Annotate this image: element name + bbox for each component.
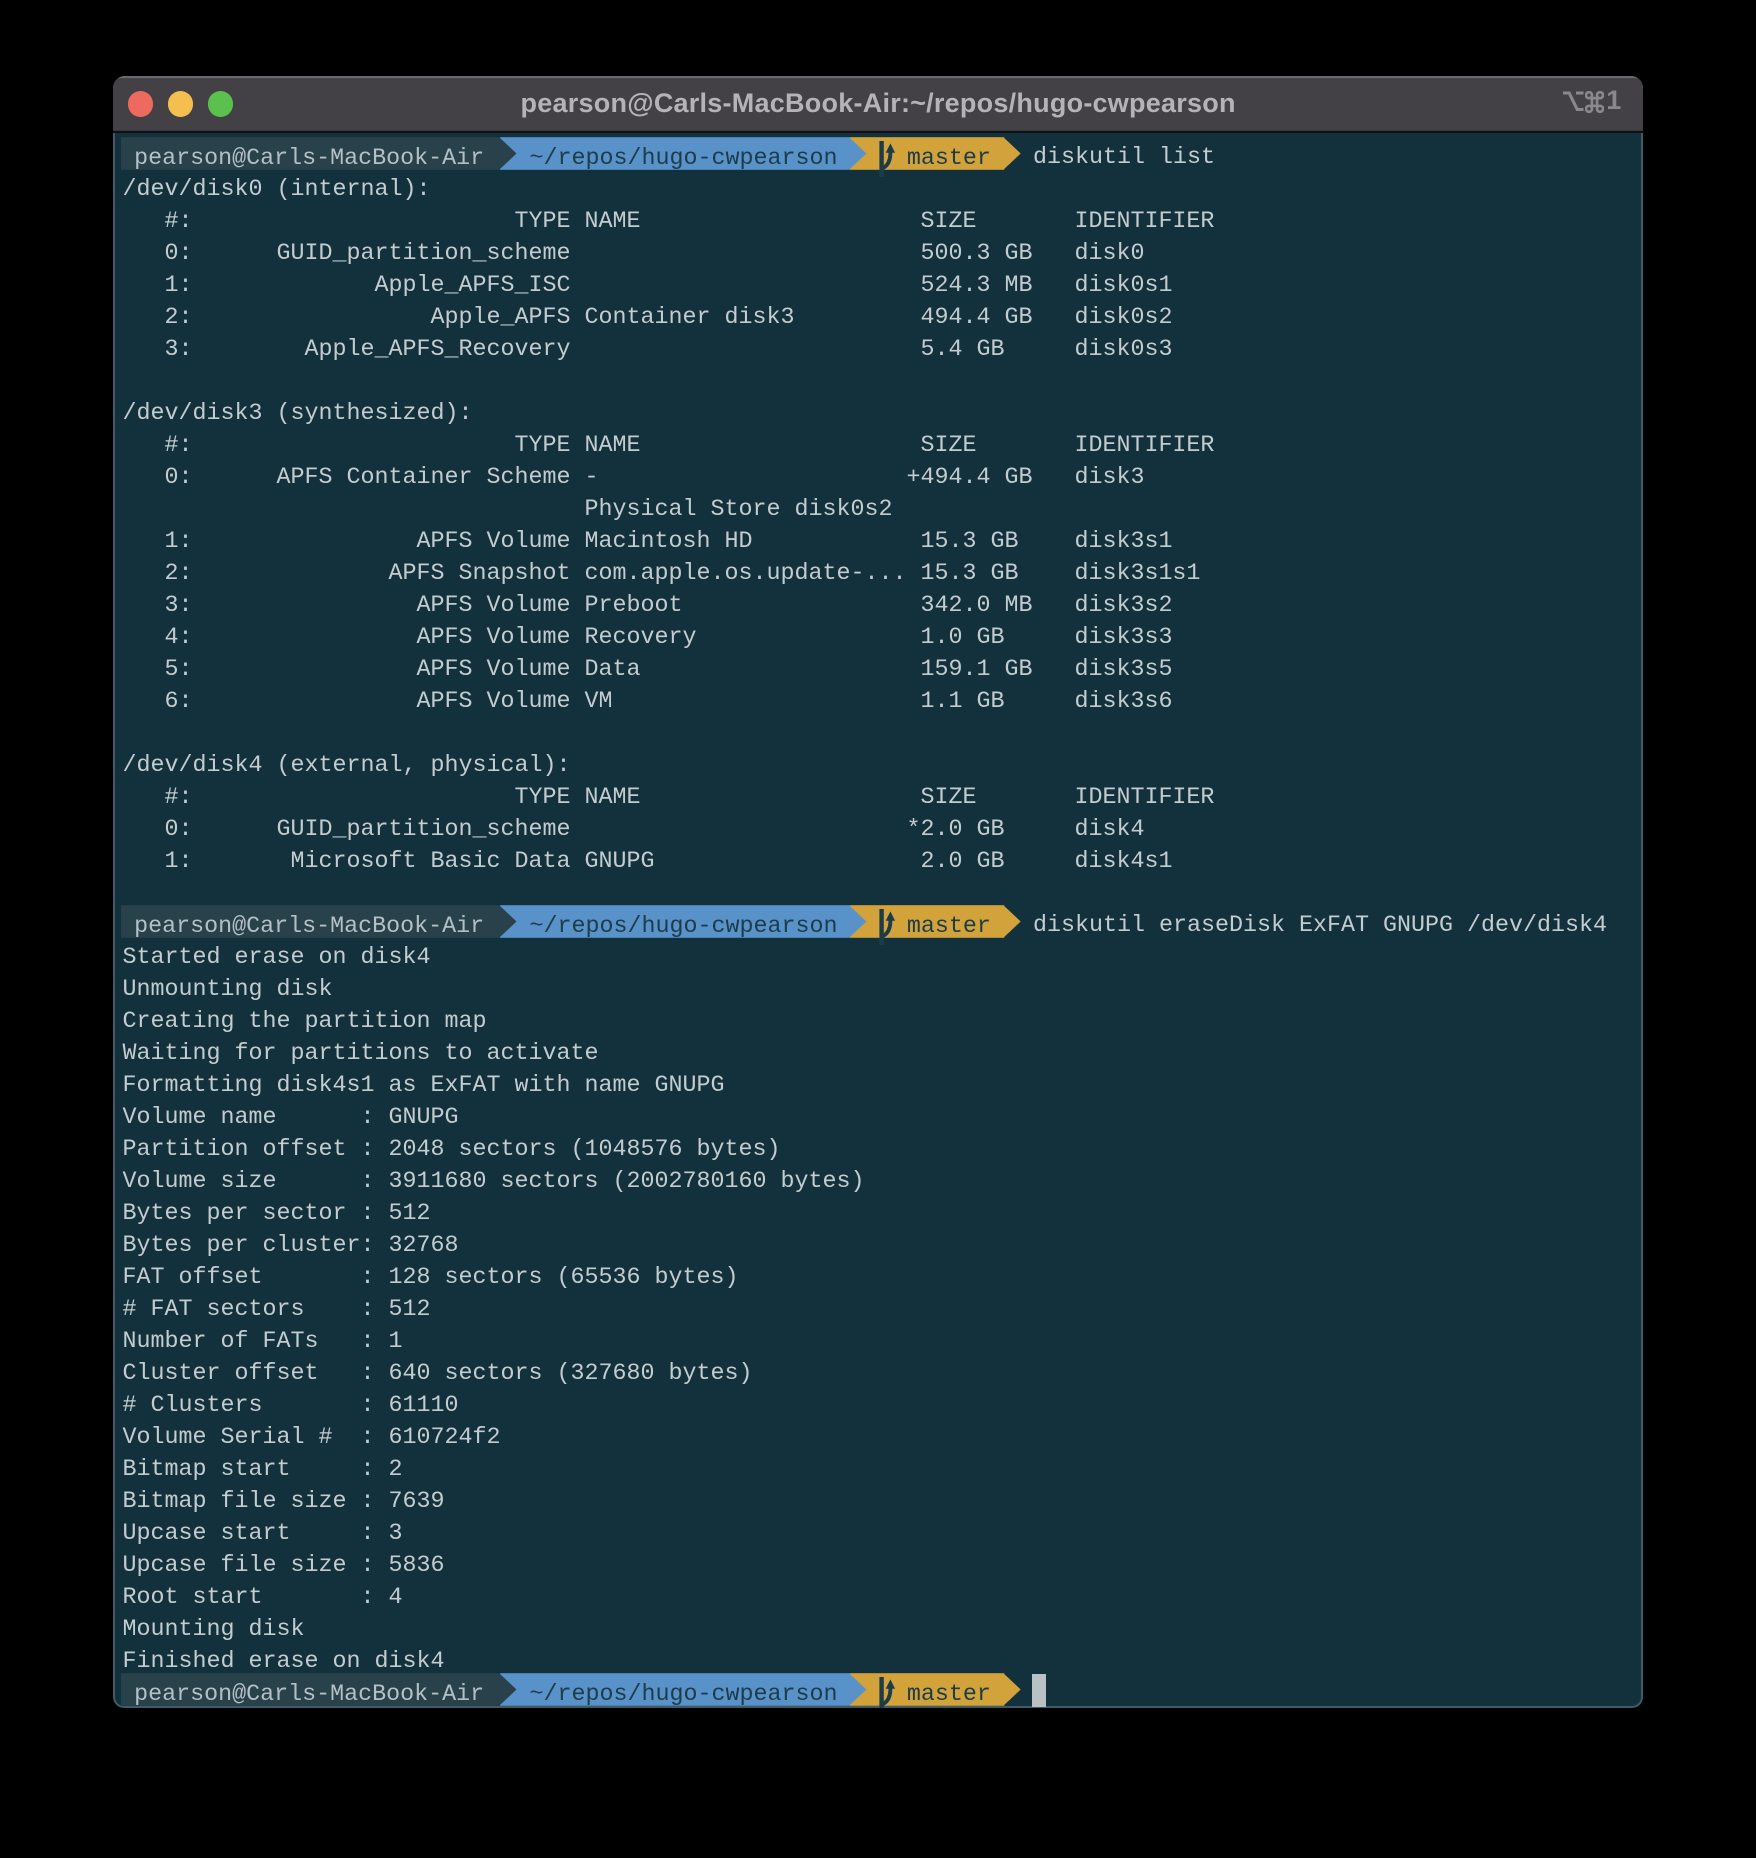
svg-text:master: master [906, 914, 990, 940]
svg-text:~/repos/hugo-cwpearson: ~/repos/hugo-cwpearson [529, 146, 837, 172]
svg-text:master: master [906, 146, 990, 172]
svg-text:pearson@Carls-MacBook-Air: pearson@Carls-MacBook-Air [134, 914, 484, 940]
svg-text:~/repos/hugo-cwpearson: ~/repos/hugo-cwpearson [529, 914, 837, 940]
svg-text:pearson@Carls-MacBook-Air: pearson@Carls-MacBook-Air [134, 146, 484, 172]
svg-text:pearson@Carls-MacBook-Air: pearson@Carls-MacBook-Air [134, 1682, 484, 1708]
svg-text:master: master [906, 1682, 990, 1708]
svg-text:~/repos/hugo-cwpearson: ~/repos/hugo-cwpearson [529, 1682, 837, 1708]
